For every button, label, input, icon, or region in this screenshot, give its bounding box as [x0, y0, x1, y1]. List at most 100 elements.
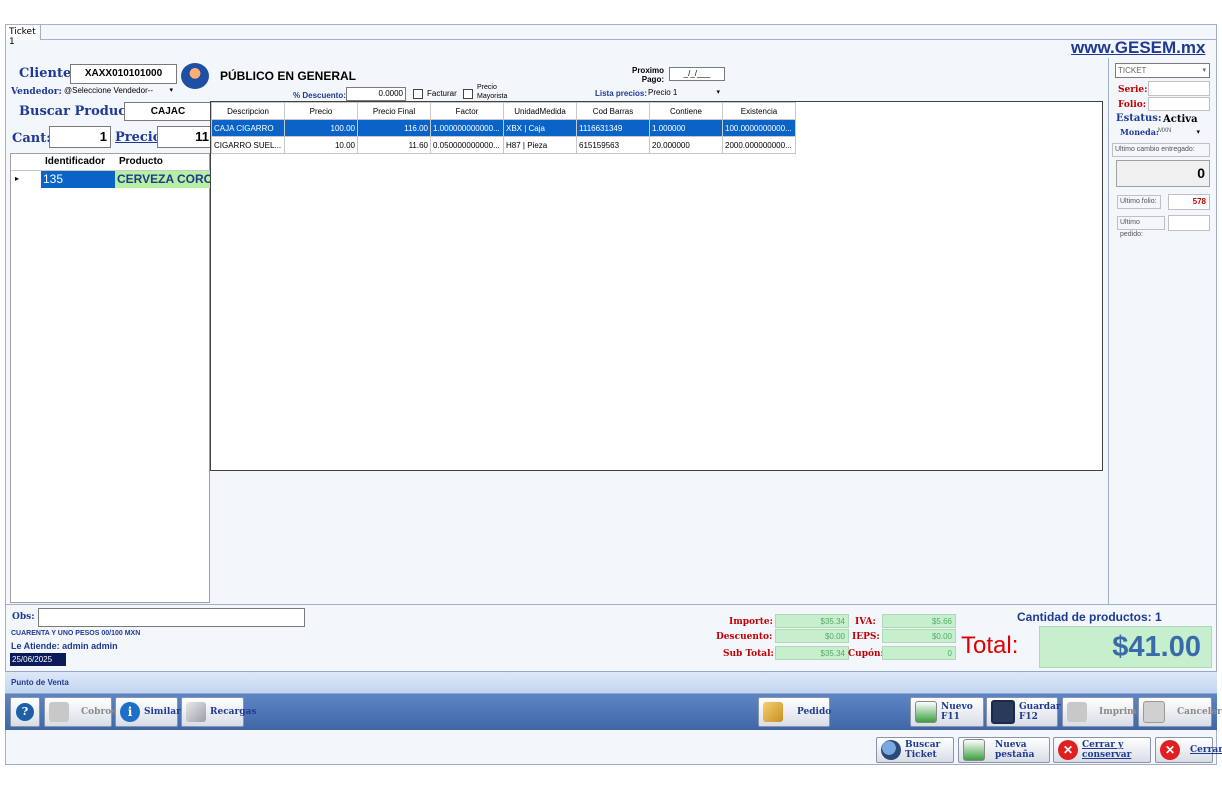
table-row[interactable]: CAJA CIGARRO 100.00 116.00 1.000000000000..…: [211, 119, 796, 137]
moneda-label: Moneda:: [1120, 127, 1159, 137]
buscar-ticket-button[interactable]: Buscar Ticket: [876, 737, 954, 763]
facturar-label: Facturar: [427, 89, 457, 98]
subtotal-value: $35.34: [775, 646, 849, 660]
grid-cell: 100.00: [284, 119, 358, 137]
moneda-select[interactable]: MXN ▾: [1158, 128, 1202, 139]
importe-value: $35.34: [775, 614, 849, 628]
lista-label: Lista precios:: [595, 89, 648, 98]
grid-cell: CAJA CIGARRO: [211, 119, 285, 137]
new-document-icon: [915, 701, 937, 723]
header-producto[interactable]: Producto: [119, 156, 163, 167]
folio-field[interactable]: [1148, 97, 1210, 111]
grid-cell: 20.000000: [649, 136, 723, 154]
grid-cell: H87 | Pieza: [503, 136, 577, 154]
fecha-field: 25/06/2025: [10, 653, 66, 666]
grid-header-3[interactable]: Factor: [430, 102, 504, 120]
doc-type-select[interactable]: TICKET ▾: [1115, 63, 1210, 78]
lista-value: Precio 1: [648, 88, 678, 97]
amount-in-words: CUARENTA Y UNO PESOS 00/100 MXN: [11, 630, 141, 637]
cliente-rfc-field[interactable]: XAXX010101000: [70, 64, 177, 84]
similares-button[interactable]: i Similares: [115, 697, 192, 727]
cambio-value: 0: [1116, 160, 1210, 187]
row-id: 135: [41, 171, 115, 188]
cancelar-label: Cancelar: [1177, 707, 1222, 717]
doc-type-value: TICKET: [1118, 66, 1147, 75]
ultimo-pedido-label: Ultimo pedido:: [1117, 216, 1165, 238]
folio-label: Folio:: [1118, 100, 1147, 110]
cant-input[interactable]: 1: [49, 126, 111, 148]
obs-input[interactable]: [38, 608, 305, 627]
ieps-label: IEPS:: [852, 632, 880, 642]
pedido-button[interactable]: Pedido: [758, 697, 832, 727]
importe-label: Importe:: [729, 617, 773, 627]
grid-header-7[interactable]: Existencia: [722, 102, 796, 120]
grid-header-1[interactable]: Precio: [284, 102, 358, 120]
tab-divider: [41, 39, 1217, 40]
vendedor-select[interactable]: @Seleccione Vendedor-- ▾: [64, 86, 176, 98]
grid-header-0[interactable]: Descripcion: [211, 102, 285, 120]
search-results-grid[interactable]: Descripcion Precio Precio Final Factor Unida…: [210, 101, 1103, 471]
recargas-button[interactable]: Recargas: [181, 697, 256, 727]
cupon-value: 0: [882, 646, 956, 660]
grid-cell: CIGARRO SUEL...: [211, 136, 285, 154]
new-tab-icon: [963, 739, 985, 761]
cantidad-productos: Cantidad de productos: 1: [1017, 610, 1162, 624]
ultimo-pedido-field[interactable]: [1168, 215, 1210, 231]
recargas-icon: [186, 702, 206, 722]
cupon-label: Cupón:: [848, 649, 884, 659]
grid-header-5[interactable]: Cod Barras: [576, 102, 650, 120]
cerrar-conservar-button[interactable]: ✕ Cerrar y conservar: [1053, 737, 1151, 763]
row-producto: CERVEZA CORONA: [115, 171, 211, 188]
estatus-value: Activa: [1163, 114, 1198, 125]
mayorista-label: Precio Mayorista: [477, 84, 508, 100]
tab-ticket-1[interactable]: Ticket 1: [5, 24, 41, 47]
cliente-label: Cliente:: [19, 66, 77, 81]
nueva-pestana-label: Nueva pestaña: [995, 740, 1035, 760]
nuevo-button[interactable]: Nuevo F11: [910, 697, 984, 727]
site-link[interactable]: www.GESEM.mx: [1071, 38, 1205, 58]
precio-input[interactable]: 11: [157, 126, 212, 148]
cliente-search-icon[interactable]: [181, 63, 209, 89]
grid-header-4[interactable]: UnidadMedida: [503, 102, 577, 120]
table-row[interactable]: ▸ 135 CERVEZA CORONA: [11, 171, 211, 188]
pos-bar: Punto de Venta: [5, 671, 1217, 694]
ticket-grid: Identificador Producto ▸ 135 CERVEZA COR…: [10, 153, 211, 603]
serie-field[interactable]: [1148, 81, 1210, 96]
grid-cell: 1.000000: [649, 119, 723, 137]
cancelar-button[interactable]: Cancelar: [1138, 697, 1222, 727]
proximo-date-input[interactable]: _/_/___: [669, 67, 725, 81]
obs-label: Obs:: [12, 612, 35, 622]
mayorista-checkbox[interactable]: [463, 89, 473, 99]
descuento-input[interactable]: 0.0000: [346, 87, 406, 101]
grid-header-6[interactable]: Contiene: [649, 102, 723, 120]
grid-cell: 615159563: [576, 136, 650, 154]
moneda-value: MXN: [1158, 128, 1172, 134]
proximo-label: Proximo Pago:: [631, 66, 664, 84]
help-button[interactable]: ?: [10, 697, 40, 727]
cliente-name: PÚBLICO EN GENERAL: [220, 69, 357, 83]
print-icon: [1067, 702, 1087, 722]
pos-bar-label: Punto de Venta: [11, 678, 69, 687]
pedido-label: Pedido: [797, 707, 832, 717]
chevron-down-icon: ▾: [169, 87, 173, 94]
buscar-ticket-label: Buscar Ticket: [905, 740, 941, 760]
guardar-button[interactable]: Guardar F12: [986, 697, 1061, 727]
cerrar-button[interactable]: ✕ Cerrar: [1155, 737, 1222, 763]
grid-cell: 100.0000000000...: [722, 119, 796, 137]
lista-select[interactable]: Precio 1 ▾: [648, 88, 722, 100]
descuento-total-label: Descuento:: [716, 632, 773, 642]
imprimir-button[interactable]: Imprimir: [1062, 697, 1145, 727]
descuento-label: % Descuento:: [293, 91, 346, 100]
cant-label: Cant:: [12, 131, 52, 146]
precio-link[interactable]: Precio: [115, 130, 161, 145]
nueva-pestana-button[interactable]: Nueva pestaña: [958, 737, 1050, 763]
cobros-button[interactable]: Cobros: [44, 697, 116, 727]
grid-header-2[interactable]: Precio Final: [357, 102, 431, 120]
buscar-input[interactable]: CAJAC: [124, 102, 212, 121]
table-row[interactable]: CIGARRO SUEL... 10.00 11.60 0.050000000000.…: [211, 136, 796, 154]
total-label: Total:: [961, 632, 1019, 659]
close-icon: ✕: [1058, 740, 1078, 760]
facturar-checkbox[interactable]: [413, 89, 423, 99]
ieps-value: $0.00: [882, 629, 956, 643]
header-identificador[interactable]: Identificador: [45, 156, 105, 167]
